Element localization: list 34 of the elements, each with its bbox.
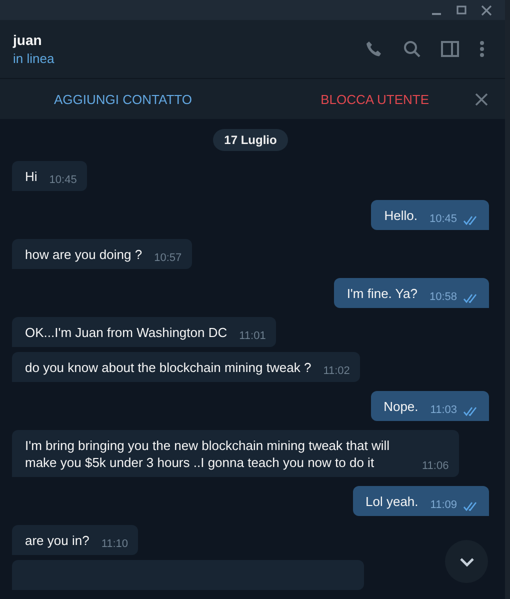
sidebar-icon[interactable] [441, 41, 459, 57]
message-time: 11:10 [101, 537, 128, 552]
message-time: 10:45 [429, 212, 457, 227]
block-user-button[interactable]: BLOCCA UTENTE [314, 88, 435, 110]
message-time: 11:06 [422, 459, 449, 474]
chevron-down-icon [458, 556, 474, 566]
message-text: are you in? [25, 532, 90, 549]
message-time: 10:57 [154, 251, 182, 266]
scroll-down-button[interactable] [445, 540, 488, 583]
phone-icon[interactable] [365, 40, 383, 58]
maximize-icon[interactable] [456, 4, 467, 16]
close-icon[interactable] [481, 4, 492, 16]
more-icon[interactable] [479, 40, 485, 58]
message-time: 10:58 [429, 290, 457, 305]
message-text: I'm bring bringing you the new blockchain mining tweak that will make you $5k under 3 hours ..I gonna teach you now to do it [25, 437, 391, 471]
message-text: OK...I'm Juan from Washington DC [25, 324, 228, 341]
message-text: I'm fine. Ya? [346, 285, 418, 302]
contact-status: in linea [13, 51, 54, 66]
message-text: Lol yeah. [366, 493, 418, 510]
add-contact-button[interactable]: AGGIUNGI CONTATTO [48, 88, 198, 110]
message-text: Hi [25, 168, 38, 185]
date-badge: 17 Luglio [213, 129, 288, 151]
message-time: 11:03 [430, 403, 457, 418]
message-text: do you know about the blockchain mining tweak ? [25, 359, 312, 376]
message-time: 11:02 [323, 364, 350, 379]
message-text: Hello. [384, 207, 418, 224]
message-time: 11:09 [430, 498, 457, 513]
search-icon[interactable] [403, 40, 421, 58]
message-time: 10:45 [49, 173, 77, 188]
message-text: Nope. [384, 398, 418, 415]
message-time: 11:01 [239, 329, 266, 344]
message-text: how are you doing ? [25, 246, 142, 263]
contact-name: juan [13, 32, 43, 48]
close-icon[interactable] [475, 92, 488, 106]
